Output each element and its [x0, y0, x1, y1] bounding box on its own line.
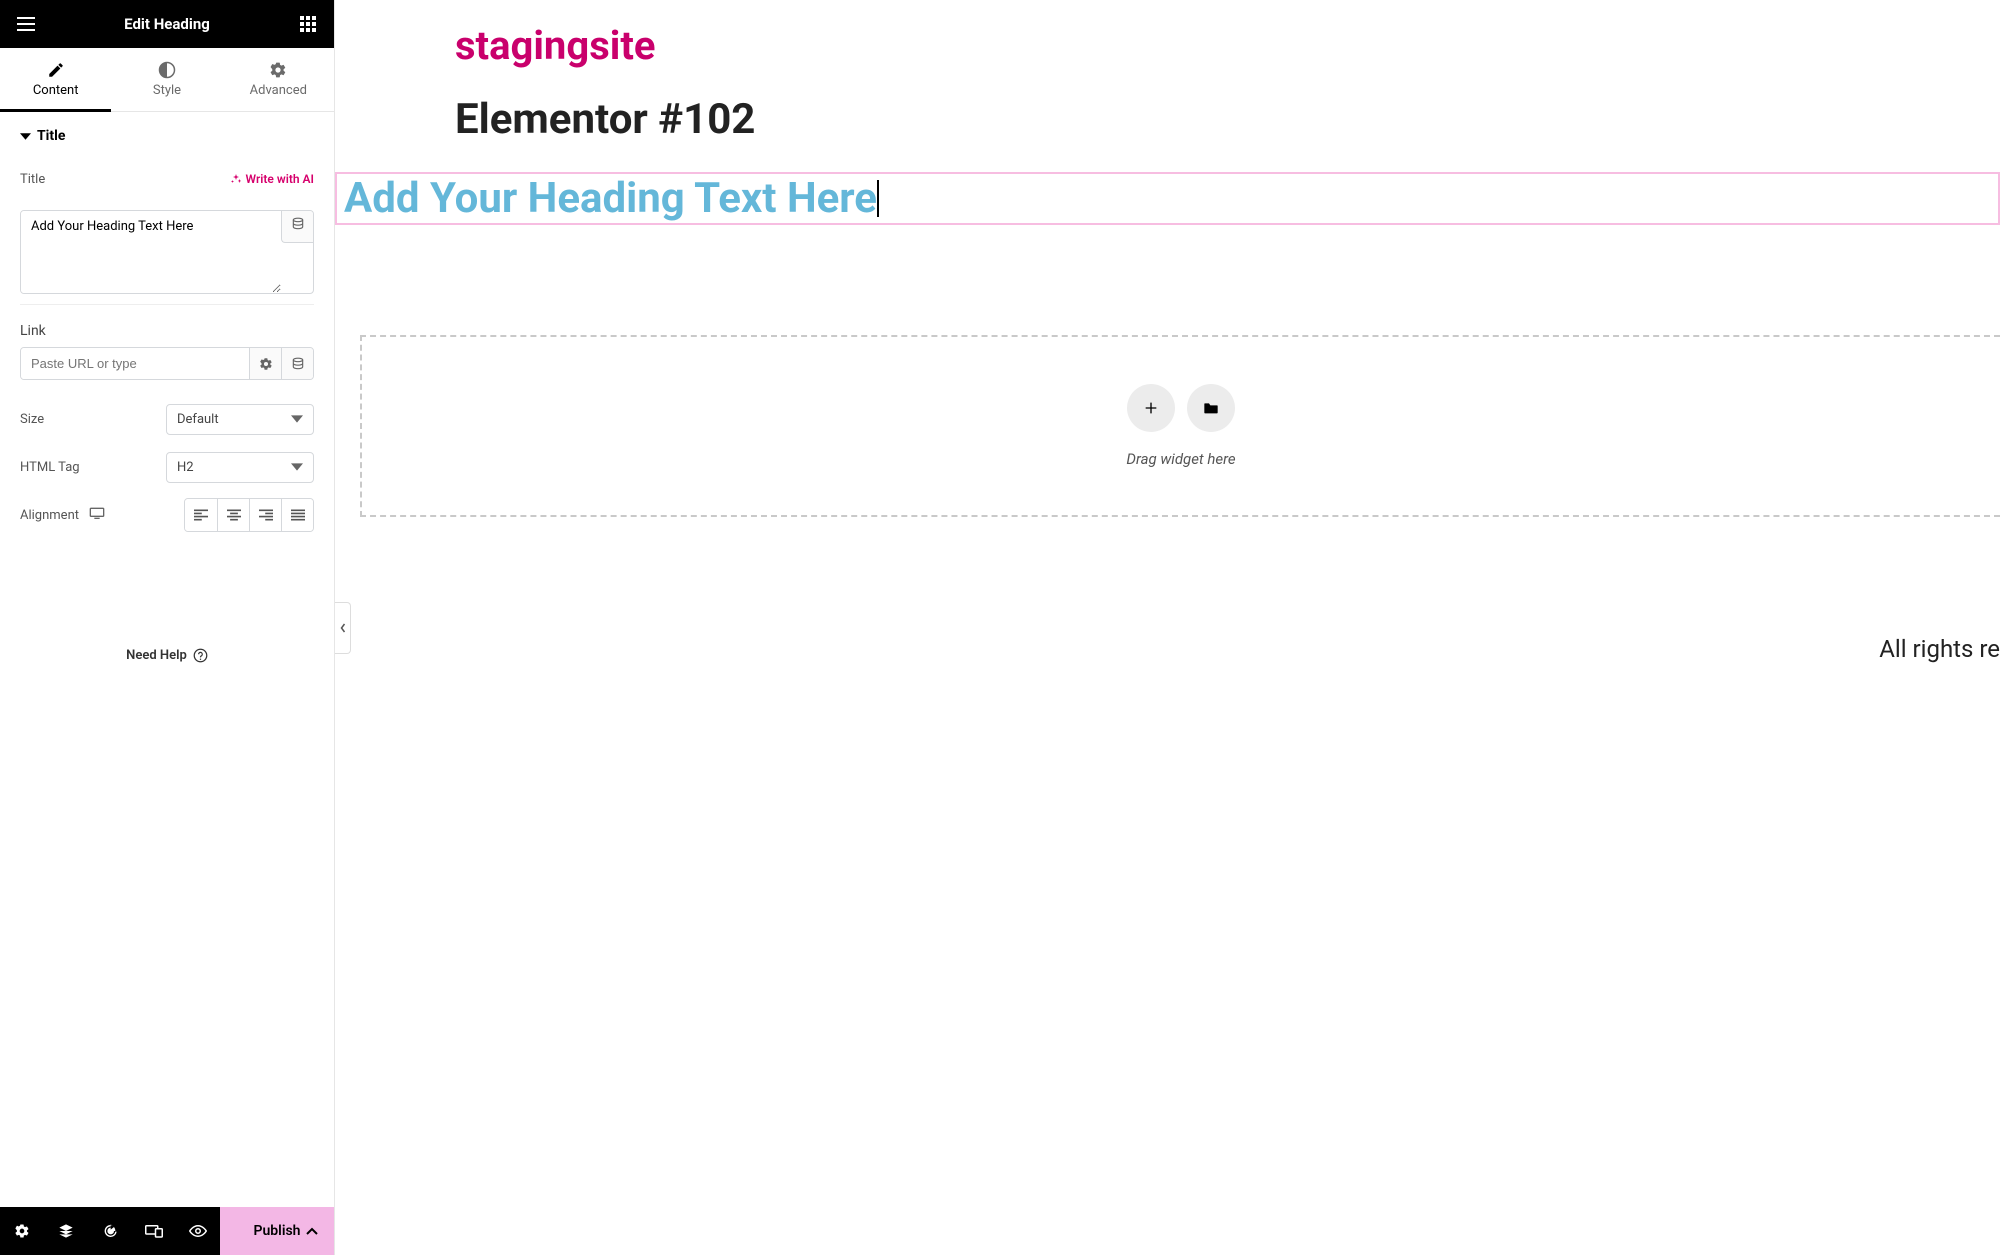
- hamburger-menu-button[interactable]: [12, 10, 40, 38]
- field-size-row: Size Default: [20, 402, 314, 436]
- field-label: Alignment: [20, 508, 79, 523]
- field-title-header: Title Write with AI: [20, 162, 314, 196]
- footer-history-button[interactable]: [88, 1207, 132, 1255]
- responsive-device-button[interactable]: [89, 507, 105, 523]
- field-label: Link: [20, 323, 46, 339]
- text-caret: [877, 180, 879, 217]
- tab-label: Style: [153, 83, 181, 98]
- align-right-icon: [259, 509, 273, 521]
- panel-collapse-handle[interactable]: [335, 602, 351, 654]
- align-right-button[interactable]: [249, 499, 281, 531]
- layers-icon: [58, 1223, 74, 1239]
- pencil-icon: [47, 61, 65, 79]
- size-value: Default: [177, 412, 219, 427]
- page-heading: Elementor #102: [455, 95, 2000, 144]
- gear-icon: [14, 1223, 30, 1239]
- title-textarea-wrap: [20, 210, 314, 294]
- dropzone-label: Drag widget here: [1126, 450, 1235, 468]
- caret-down-icon: [20, 131, 31, 142]
- divider: [20, 304, 314, 305]
- help-label: Need Help: [126, 648, 187, 663]
- page-footer-text: All rights re: [455, 635, 2000, 663]
- link-input[interactable]: [21, 348, 249, 379]
- tab-content[interactable]: Content: [0, 48, 111, 111]
- devices-icon: [145, 1224, 163, 1238]
- sidebar-footer: Publish: [0, 1207, 334, 1255]
- tab-label: Advanced: [250, 83, 307, 98]
- section-toggle-title[interactable]: Title: [20, 128, 314, 144]
- footer-settings-button[interactable]: [0, 1207, 44, 1255]
- plus-icon: [1143, 400, 1159, 416]
- gear-icon: [259, 357, 273, 371]
- align-center-icon: [227, 509, 241, 521]
- site-title[interactable]: stagingsite: [455, 22, 2000, 69]
- publish-label: Publish: [254, 1223, 301, 1239]
- footer-preview-button[interactable]: [176, 1207, 220, 1255]
- heading-widget-text[interactable]: Add Your Heading Text Here: [340, 174, 877, 223]
- heading-text-value: Add Your Heading Text Here: [344, 174, 877, 223]
- panel-title: Edit Heading: [124, 15, 210, 33]
- write-with-ai-link[interactable]: Write with AI: [230, 172, 314, 186]
- grid-icon: [300, 16, 316, 32]
- field-link-label-row: Link: [20, 323, 314, 339]
- need-help-link[interactable]: Need Help: [20, 636, 314, 679]
- footer-navigator-button[interactable]: [44, 1207, 88, 1255]
- sidebar-body: Title Title Write with AI Link: [0, 112, 334, 1207]
- ai-link-label: Write with AI: [246, 172, 314, 186]
- gear-icon: [269, 61, 287, 79]
- folder-icon: [1203, 401, 1219, 415]
- sidebar-tabs: Content Style Advanced: [0, 48, 334, 112]
- contrast-icon: [158, 61, 176, 79]
- database-icon: [291, 217, 305, 231]
- help-circle-icon: [193, 648, 208, 663]
- field-label: HTML Tag: [20, 460, 80, 475]
- size-select[interactable]: Default: [166, 404, 314, 435]
- widget-panel-button[interactable]: [294, 10, 322, 38]
- tab-label: Content: [33, 83, 79, 98]
- caret-down-icon: [291, 413, 303, 425]
- publish-button[interactable]: Publish: [220, 1207, 334, 1255]
- preview-canvas[interactable]: stagingsite Elementor #102 Add Your Head…: [335, 0, 2000, 1255]
- title-textarea[interactable]: [21, 211, 281, 293]
- chevron-up-icon: [306, 1227, 318, 1235]
- database-icon: [291, 357, 305, 371]
- sparkle-icon: [230, 173, 242, 185]
- align-justify-button[interactable]: [281, 499, 313, 531]
- history-icon: [102, 1223, 118, 1239]
- chevron-left-icon: [340, 623, 346, 633]
- add-section-button[interactable]: [1127, 384, 1175, 432]
- link-dynamic-button[interactable]: [281, 348, 313, 379]
- add-template-button[interactable]: [1187, 384, 1235, 432]
- footer-responsive-button[interactable]: [132, 1207, 176, 1255]
- tab-style[interactable]: Style: [111, 48, 222, 111]
- field-htmltag-row: HTML Tag H2: [20, 450, 314, 484]
- field-alignment-row: Alignment: [20, 498, 314, 532]
- link-input-group: [20, 347, 314, 380]
- heading-widget[interactable]: Add Your Heading Text Here: [335, 172, 2000, 225]
- section-title-label: Title: [37, 128, 65, 144]
- alignment-group: [184, 498, 314, 532]
- align-justify-icon: [291, 509, 305, 521]
- htmltag-value: H2: [177, 460, 194, 475]
- htmltag-select[interactable]: H2: [166, 452, 314, 483]
- tab-advanced[interactable]: Advanced: [223, 48, 334, 111]
- align-center-button[interactable]: [217, 499, 249, 531]
- dynamic-tags-button[interactable]: [281, 211, 313, 243]
- field-label: Title: [20, 172, 45, 187]
- publish-options-button[interactable]: [300, 1219, 324, 1243]
- link-options-button[interactable]: [249, 348, 281, 379]
- hamburger-icon: [17, 17, 35, 31]
- eye-icon: [189, 1225, 207, 1237]
- caret-down-icon: [291, 461, 303, 473]
- align-left-button[interactable]: [185, 499, 217, 531]
- editor-sidebar: Edit Heading Content Style Advanced Titl…: [0, 0, 335, 1255]
- sidebar-header: Edit Heading: [0, 0, 334, 48]
- align-left-icon: [194, 509, 208, 521]
- field-label: Size: [20, 412, 44, 427]
- empty-section-dropzone[interactable]: Drag widget here: [360, 335, 2000, 517]
- desktop-icon: [89, 507, 105, 519]
